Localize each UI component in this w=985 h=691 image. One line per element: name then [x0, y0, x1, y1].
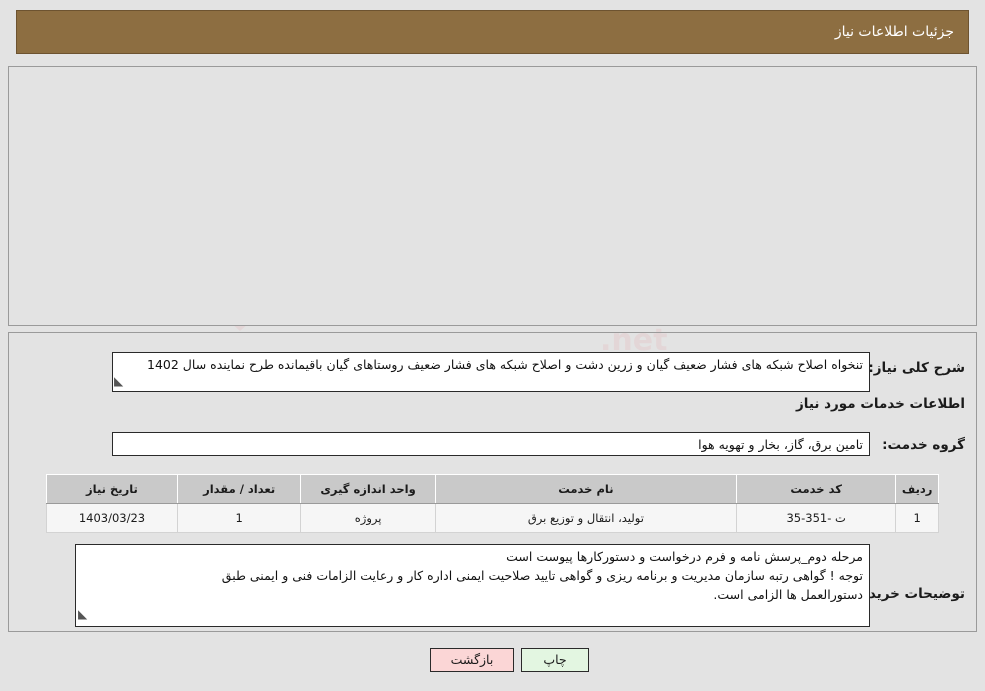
cell-qty: 1: [176, 503, 302, 533]
services-table: ردیف کد خدمت نام خدمت واحد اندازه گیری ت…: [46, 474, 939, 533]
col-unit: واحد اندازه گیری: [300, 474, 436, 504]
col-code: کد خدمت: [736, 474, 897, 504]
cell-code: ت -351-35: [736, 503, 897, 533]
cell-date: 1403/03/23: [46, 503, 178, 533]
cell-unit: پروژه: [300, 503, 436, 533]
cell-radif: 1: [895, 503, 939, 533]
col-radif: ردیف: [895, 474, 939, 504]
col-date: تاریخ نیاز: [46, 474, 178, 504]
back-button[interactable]: بازگشت: [430, 648, 514, 672]
cell-name: تولید، انتقال و توزیع برق: [434, 503, 738, 533]
page-title: جزئیات اطلاعات نیاز: [834, 24, 954, 40]
print-button[interactable]: چاپ: [521, 648, 589, 672]
need-info-panel: [8, 66, 977, 326]
table-header-row: ردیف کد خدمت نام خدمت واحد اندازه گیری ت…: [46, 474, 939, 504]
col-name: نام خدمت: [434, 474, 738, 504]
col-qty: تعداد / مقدار: [176, 474, 302, 504]
page-header-bar: جزئیات اطلاعات نیاز: [16, 10, 969, 54]
table-row: 1 ت -351-35 تولید، انتقال و توزیع برق پر…: [46, 503, 939, 533]
